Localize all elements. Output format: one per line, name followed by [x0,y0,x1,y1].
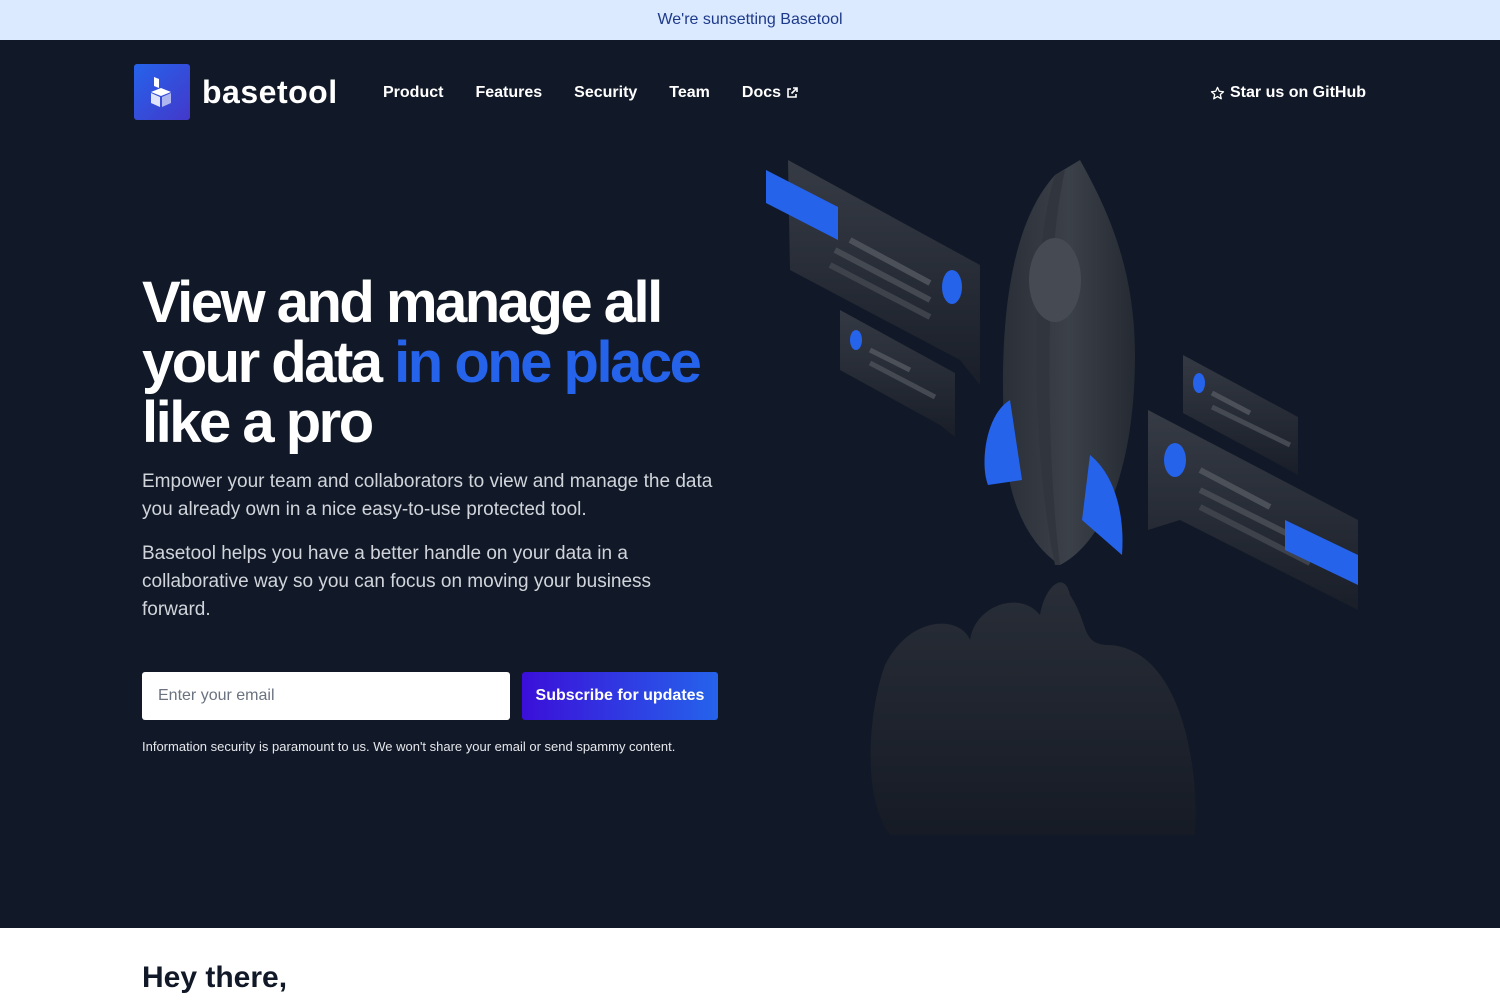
nav-docs-label: Docs [741,84,782,101]
nav-docs[interactable]: Docs [742,82,799,104]
github-star-link[interactable]: Star us on GitHub [1210,82,1366,104]
main-nav: Product Features Security Team Docs [383,82,799,104]
subscribe-button[interactable]: Subscribe for updates [522,672,718,720]
email-input[interactable] [142,672,510,720]
basetool-logo-icon[interactable] [134,64,190,120]
external-link-icon [787,87,798,98]
hero-section: basetool Product Features Security Team … [0,40,1500,928]
headline-accent: in one place [394,330,702,395]
announcement-banner: We're sunsetting Basetool [0,0,1500,40]
star-icon [1210,86,1225,99]
nav-product[interactable]: Product [383,82,443,104]
headline-line-3: like a pro [142,390,374,455]
brand-name[interactable]: basetool [202,72,338,112]
nav-team[interactable]: Team [669,82,710,104]
nav-security[interactable]: Security [574,82,637,104]
hero-paragraph-2: Basetool helps you have a better handle … [142,543,652,620]
banner-link[interactable]: We're sunsetting Basetool [657,11,842,29]
nav-features[interactable]: Features [475,82,542,104]
hero-headline: View and manage all your data in one pla… [142,273,782,453]
privacy-disclaimer: Information security is paramount to us.… [142,739,676,754]
section-heading: Hey there, [142,961,288,994]
github-label: Star us on GitHub [1230,84,1366,101]
headline-line-1: View and manage all [142,270,663,335]
hero-paragraph-1: Empower your team and collaborators to v… [142,471,713,520]
headline-line-2: your data [142,330,395,395]
rocket-illustration [766,160,1358,835]
